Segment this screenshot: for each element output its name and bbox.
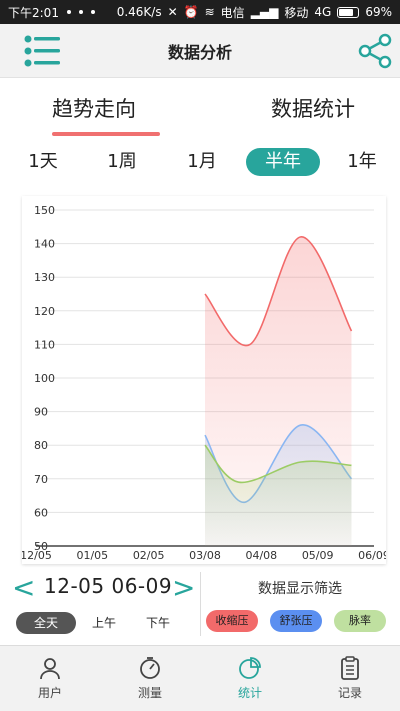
signal-icon: ▂▄▆ <box>250 5 279 19</box>
status-time: 下午2:01 <box>8 5 59 20</box>
y-tick-label: 70 <box>34 473 48 486</box>
app-header: 数据分析 <box>0 24 400 78</box>
filter-title: 数据显示筛选 <box>258 581 342 597</box>
x-tick-label: 03/08 <box>189 549 221 562</box>
nav-measure-label: 测量 <box>137 686 162 700</box>
y-tick-label: 130 <box>34 271 55 284</box>
nav-user[interactable]: 用户 <box>0 646 100 711</box>
range-selector: 1天 1周 1月 半年 1年 <box>0 146 400 178</box>
tab-trend[interactable]: 趋势走向 <box>0 78 226 138</box>
view-tabs: 趋势走向 数据统计 <box>0 78 400 138</box>
alarm-icon: ⏰ <box>183 5 199 19</box>
y-tick-label: 60 <box>34 506 48 519</box>
share-button[interactable] <box>356 32 394 70</box>
nav-statistics[interactable]: 统计 <box>200 646 300 711</box>
x-tick-label: 02/05 <box>133 549 165 562</box>
range-1-year[interactable]: 1年 <box>344 146 380 178</box>
trend-chart-svg: 506070809010011012013014015012/05 01/05 02… <box>22 204 386 562</box>
page-title: 数据分析 <box>167 42 232 62</box>
x-tick-label: 06/09 <box>358 549 386 562</box>
range-1-week[interactable]: 1周 <box>104 146 140 178</box>
bottom-navigation: 用户 测量 统计 记录 <box>0 645 400 711</box>
carrier-2: 移动 <box>284 5 309 20</box>
y-tick-label: 140 <box>34 238 55 251</box>
next-period-button[interactable]: > <box>172 574 195 602</box>
nav-records[interactable]: 记录 <box>300 646 400 711</box>
range-1-day[interactable]: 1天 <box>26 146 60 178</box>
nav-user-label: 用户 <box>37 686 62 700</box>
filter-diastolic-chip[interactable]: 舒张压 <box>270 610 322 632</box>
tab-statistics[interactable]: 数据统计 <box>226 78 400 138</box>
y-tick-label: 120 <box>34 305 55 318</box>
x-tick-label: 12/05 <box>22 549 52 562</box>
y-tick-label: 80 <box>34 439 48 452</box>
menu-button[interactable] <box>22 33 62 69</box>
pie-chart-icon <box>239 657 261 679</box>
date-navigator: < 12-05 06-09 > <box>0 572 200 604</box>
period-afternoon[interactable]: 下午 <box>140 612 176 634</box>
notification-dot-icon <box>66 10 71 14</box>
period-all-day[interactable]: 全天 <box>16 612 76 634</box>
nav-records-label: 记录 <box>337 686 362 700</box>
period-morning[interactable]: 上午 <box>86 612 122 634</box>
nav-statistics-label: 统计 <box>237 686 262 700</box>
notification-dot-icon <box>78 10 83 14</box>
nav-measure[interactable]: 测量 <box>100 646 200 711</box>
y-tick-label: 150 <box>34 204 55 217</box>
mute-icon: ✕ <box>167 5 178 19</box>
filter-systolic-chip[interactable]: 收缩压 <box>206 610 258 632</box>
x-tick-label: 04/08 <box>245 549 277 562</box>
prev-period-button[interactable]: < <box>12 574 35 602</box>
menu-list-icon <box>24 35 60 67</box>
network-type: 4G <box>314 5 332 19</box>
trend-chart: 50 60 70 80 90 100 110 120 130 140 150 12/05 01/05 02… <box>22 196 386 564</box>
status-bar: 下午2:01 0.46K/s ✕ ⏰ ≋ 电信 ▂▄▆ 移动 4G 69% <box>0 0 400 24</box>
battery-icon <box>337 6 360 18</box>
carrier-1: 电信 <box>220 5 245 20</box>
x-tick-label: 01/05 <box>76 549 108 562</box>
clipboard-icon <box>341 656 359 680</box>
network-speed: 0.46K/s <box>116 5 162 19</box>
user-icon <box>40 658 60 680</box>
x-tick-label: 05/09 <box>302 549 334 562</box>
share-icon <box>358 33 392 69</box>
filter-pulse-chip[interactable]: 脉率 <box>334 610 386 632</box>
notification-dot-icon <box>90 10 95 14</box>
date-range: 12-05 06-09 <box>44 574 173 598</box>
range-1-month[interactable]: 1月 <box>184 146 220 178</box>
range-half-year[interactable]: 半年 <box>246 148 320 176</box>
gauge-icon <box>140 657 160 679</box>
y-tick-label: 90 <box>34 406 48 419</box>
y-tick-label: 110 <box>34 338 55 351</box>
wifi-icon: ≋ <box>204 5 215 19</box>
battery-percent: 69% <box>365 5 392 19</box>
y-tick-label: 100 <box>34 372 55 385</box>
